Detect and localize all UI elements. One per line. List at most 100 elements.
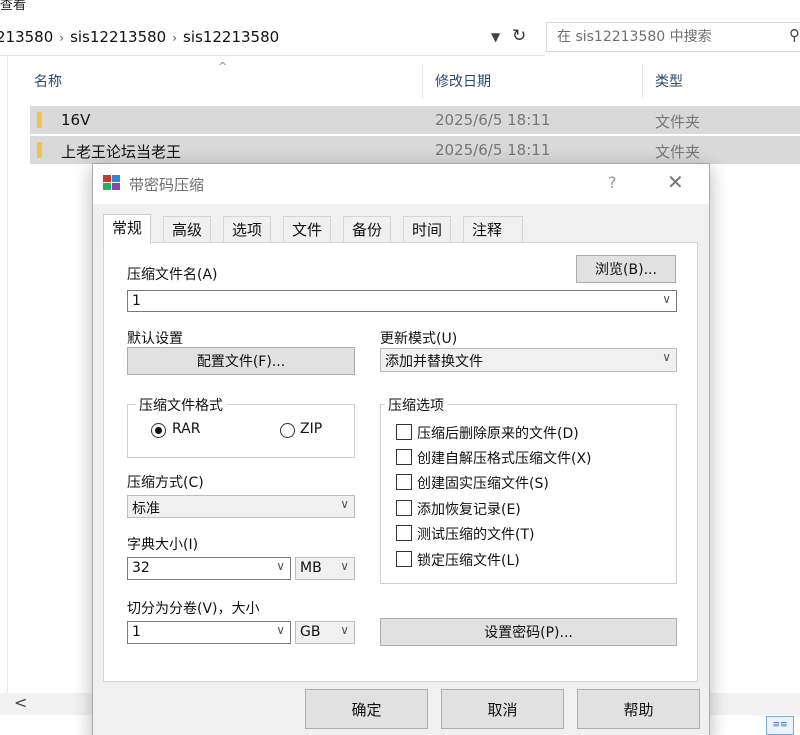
scroll-left-icon[interactable]: < [14, 693, 27, 712]
split-unit-select[interactable]: GB ∨ [295, 621, 355, 644]
file-type: 文件夹 [655, 143, 701, 161]
option-sfx-label[interactable]: 创建自解压格式压缩文件(X) [417, 448, 592, 468]
help-icon[interactable]: ? [608, 173, 617, 192]
column-type[interactable]: 类型 [655, 71, 683, 91]
tab-comment[interactable]: 注释 [463, 216, 523, 243]
breadcrumb-item-1[interactable]: 213580 [0, 28, 53, 46]
winrar-app-icon [103, 175, 121, 191]
chevron-right-icon: › [59, 31, 65, 45]
dictionary-size-combo[interactable]: 32 ∨ [127, 557, 291, 580]
split-volume-value: 1 [132, 624, 141, 640]
file-date: 2025/6/5 18:11 [435, 141, 551, 159]
option-sfx-checkbox[interactable] [396, 449, 412, 465]
option-lock-label[interactable]: 锁定压缩文件(L) [417, 550, 520, 570]
chevron-down-icon[interactable]: ∨ [662, 350, 671, 364]
explorer-title-strip: 查看 [0, 0, 800, 18]
split-volume-combo[interactable]: 1 ∨ [127, 621, 291, 644]
file-row[interactable]: 上老王论坛当老王 2025/6/5 18:11 文件夹 [30, 136, 800, 164]
archive-format-title: 压缩文件格式 [136, 395, 226, 415]
tab-files[interactable]: 文件 [283, 216, 332, 243]
option-recovery-checkbox[interactable] [396, 500, 412, 516]
tab-backup[interactable]: 备份 [343, 216, 392, 243]
rar-radio[interactable] [151, 423, 166, 438]
chevron-down-icon[interactable]: ∨ [340, 497, 349, 511]
ok-button[interactable]: 确定 [305, 689, 428, 729]
file-type: 文件夹 [655, 113, 701, 131]
breadcrumb-item-3[interactable]: sis12213580 [183, 28, 279, 46]
update-mode-value: 添加并替换文件 [385, 354, 483, 370]
folder-icon [37, 142, 42, 158]
split-unit-value: GB [300, 624, 321, 640]
screen: 查看 213580›sis12213580›sis12213580 ▼ ↻ ⚲ … [0, 0, 800, 735]
general-tab-panel: 压缩文件名(A) 浏览(B)... 1 ∨ 默认设置 配置文件(F)... 更新… [103, 242, 698, 682]
zip-radio[interactable] [280, 423, 295, 438]
dictionary-size-value: 32 [132, 560, 150, 576]
dictionary-unit-select[interactable]: MB ∨ [295, 557, 355, 580]
file-name: 16V [61, 111, 91, 129]
breadcrumb-item-2[interactable]: sis12213580 [70, 28, 166, 46]
tab-advanced[interactable]: 高级 [163, 216, 212, 243]
dialog-titlebar[interactable]: 带密码压缩 ? ✕ [93, 164, 709, 204]
option-test-checkbox[interactable] [396, 525, 412, 541]
option-delete-after-checkbox[interactable] [396, 424, 412, 440]
option-delete-after-label[interactable]: 压缩后删除原来的文件(D) [417, 423, 579, 443]
compression-options-title: 压缩选项 [385, 395, 447, 415]
rar-label[interactable]: RAR [172, 421, 200, 437]
profile-button[interactable]: 配置文件(F)... [127, 347, 355, 375]
chevron-down-icon[interactable]: ∨ [340, 559, 349, 573]
archive-format-group: 压缩文件格式 RAR ZIP [127, 395, 355, 458]
compression-options-group: 压缩选项 压缩后删除原来的文件(D) 创建自解压格式压缩文件(X) 创建固实压缩… [380, 395, 677, 584]
column-divider[interactable] [422, 64, 423, 98]
chevron-down-icon[interactable]: ∨ [276, 623, 285, 637]
refresh-icon[interactable]: ↻ [512, 26, 526, 46]
sort-ascending-icon: ^ [218, 60, 228, 73]
chevron-down-icon[interactable]: ∨ [662, 292, 671, 306]
file-row[interactable]: 16V 2025/6/5 18:11 文件夹 [30, 106, 800, 134]
set-password-button[interactable]: 设置密码(P)... [380, 618, 677, 646]
archive-name-combo[interactable]: 1 ∨ [127, 290, 677, 312]
explorer-title-fragment: 查看 [0, 0, 27, 13]
column-date[interactable]: 修改日期 [435, 71, 491, 91]
search-icon[interactable]: ⚲ [789, 26, 800, 44]
tab-time[interactable]: 时间 [403, 216, 452, 243]
dictionary-unit-value: MB [300, 560, 322, 576]
cancel-button[interactable]: 取消 [441, 689, 564, 729]
breadcrumb: 213580 › sis12213580 › sis12213580 [0, 28, 279, 46]
update-mode-label: 更新模式(U) [380, 331, 458, 347]
zip-label[interactable]: ZIP [300, 421, 322, 437]
file-date: 2025/6/5 18:11 [435, 111, 551, 129]
column-divider[interactable] [642, 64, 643, 98]
option-test-label[interactable]: 测试压缩的文件(T) [417, 524, 534, 544]
chevron-down-icon[interactable]: ∨ [340, 623, 349, 637]
address-bar[interactable]: 213580 › sis12213580 › sis12213580 ▼ ↻ [0, 20, 545, 56]
folder-icon [37, 112, 42, 128]
search-box[interactable]: ⚲ [546, 22, 800, 52]
option-recovery-label[interactable]: 添加恢复记录(E) [417, 499, 521, 519]
column-header: ^ 名称 修改日期 类型 [30, 60, 800, 100]
option-solid-label[interactable]: 创建固实压缩文件(S) [417, 473, 549, 493]
archive-dialog: 带密码压缩 ? ✕ 常规 高级 选项 文件 备份 时间 注释 压缩文件名(A) … [92, 163, 710, 735]
compression-method-select[interactable]: 标准 ∨ [127, 495, 355, 518]
browse-button[interactable]: 浏览(B)... [576, 255, 676, 283]
search-input[interactable] [555, 27, 775, 47]
dialog-title: 带密码压缩 [129, 176, 205, 194]
tab-general[interactable]: 常规 [103, 214, 152, 244]
chevron-down-icon[interactable]: ∨ [276, 559, 285, 573]
details-view-icon[interactable]: ≡≡ [766, 716, 794, 735]
archive-name-value: 1 [132, 293, 141, 309]
update-mode-select[interactable]: 添加并替换文件 ∨ [380, 348, 677, 372]
compression-method-label: 压缩方式(C) [127, 475, 204, 491]
split-volume-label: 切分为分卷(V)，大小 [127, 601, 260, 617]
option-lock-checkbox[interactable] [396, 551, 412, 567]
option-solid-checkbox[interactable] [396, 474, 412, 490]
close-icon[interactable]: ✕ [667, 170, 684, 194]
tab-options[interactable]: 选项 [223, 216, 272, 243]
column-name[interactable]: 名称 [34, 71, 62, 91]
chevron-right-icon: › [172, 31, 178, 45]
address-dropdown-icon[interactable]: ▼ [491, 30, 500, 44]
help-button[interactable]: 帮助 [577, 689, 700, 729]
file-name: 上老王论坛当老王 [61, 143, 182, 161]
dictionary-size-label: 字典大小(I) [127, 537, 199, 553]
archive-name-label: 压缩文件名(A) [127, 267, 218, 283]
default-settings-label: 默认设置 [127, 331, 183, 347]
